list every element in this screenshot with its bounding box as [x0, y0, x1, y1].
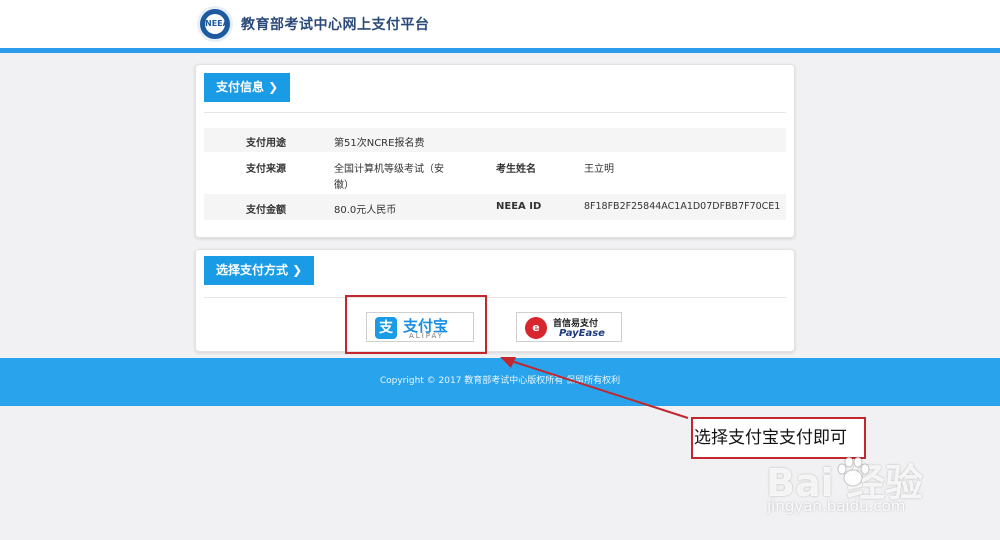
source-value-line2: 徽） — [334, 180, 354, 191]
watermark-url: jingyan.baidu.com — [767, 497, 906, 515]
section-divider — [204, 112, 786, 113]
payease-option[interactable]: e 首信易支付 PayEase — [516, 312, 622, 342]
neea-id-label: NEEA ID — [496, 201, 542, 212]
purpose-label: 支付用途 — [246, 138, 286, 149]
footer: Copyright © 2017 教育部考试中心版权所有 保留所有权利 — [0, 358, 1000, 406]
payment-info-card: 支付信息 ❯ 支付用途 第51次NCRE报名费 支付来源 全国计算机等级考试（安… — [195, 64, 795, 238]
source-value-line1: 全国计算机等级考试（安 — [334, 164, 444, 175]
payease-icon: e — [525, 317, 547, 339]
copyright-text: Copyright © 2017 教育部考试中心版权所有 保留所有权利 — [379, 376, 621, 386]
paw-icon — [837, 456, 870, 487]
payease-subtitle: PayEase — [559, 328, 605, 339]
candidate-value: 王立明 — [584, 164, 614, 175]
neea-logo[interactable]: NEEA — [197, 6, 233, 42]
header-divider — [0, 48, 1000, 53]
site-title[interactable]: 教育部考试中心网上支付平台 — [241, 14, 430, 34]
candidate-label: 考生姓名 — [496, 164, 536, 175]
alipay-highlight-box — [345, 295, 487, 354]
neea-logo-text: NEEA — [205, 14, 229, 34]
amount-row: 支付金额 80.0元人民币 NEEA ID 8F18FB2F25844AC1A1… — [204, 194, 786, 220]
callout-text: 选择支付宝支付即可 — [694, 428, 847, 448]
source-row: 支付来源 全国计算机等级考试（安 徽） 考生姓名 王立明 — [204, 152, 786, 194]
section-divider — [204, 297, 786, 298]
amount-value: 80.0元人民币 — [334, 205, 397, 216]
neea-id-value: 8F18FB2F25844AC1A1D07DFBB7F70CE1 — [584, 201, 781, 212]
amount-label: 支付金额 — [246, 205, 286, 216]
purpose-value: 第51次NCRE报名费 — [334, 138, 425, 149]
source-label: 支付来源 — [246, 164, 286, 175]
top-header: NEEA 教育部考试中心网上支付平台 — [0, 0, 1000, 48]
payment-method-heading: 选择支付方式 ❯ — [204, 256, 315, 285]
payment-method-card: 选择支付方式 ❯ 支 支付宝 ALIPAY e 首信易支付 PayEase — [195, 249, 795, 352]
payment-info-heading: 支付信息 ❯ — [204, 73, 291, 102]
purpose-row: 支付用途 第51次NCRE报名费 — [204, 128, 786, 152]
